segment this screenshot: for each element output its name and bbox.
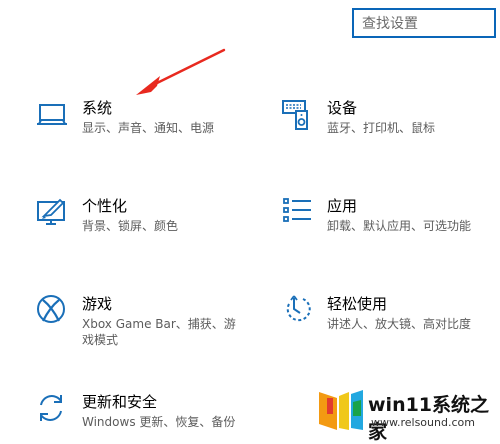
update-icon — [36, 392, 70, 426]
tile-apps[interactable]: 应用 卸载、默认应用、可选功能 — [281, 196, 491, 234]
tile-devices[interactable]: 设备 蓝牙、打印机、鼠标 — [281, 98, 491, 136]
tile-title: 轻松使用 — [327, 295, 388, 313]
windows-logo-icon — [319, 390, 363, 430]
tile-description: 卸载、默认应用、可选功能 — [327, 219, 472, 233]
tile-gaming[interactable]: 游戏 Xbox Game Bar、捕获、游戏模式 — [36, 294, 256, 348]
tile-personalization[interactable]: 个性化 背景、锁屏、颜色 — [36, 196, 256, 234]
tile-update-security[interactable]: 更新和安全 Windows 更新、恢复、备份 — [36, 392, 256, 430]
tile-title: 游戏 — [82, 295, 113, 313]
tile-description: 蓝牙、打印机、鼠标 — [327, 121, 436, 135]
watermark-logo: win11系统之家 www.relsound.com — [315, 386, 500, 443]
tile-description: 背景、锁屏、颜色 — [82, 219, 179, 233]
tile-description: Xbox Game Bar、捕获、游戏模式 — [82, 317, 236, 347]
tile-description: Windows 更新、恢复、备份 — [82, 415, 236, 429]
tile-title: 更新和安全 — [82, 393, 158, 411]
ease-of-access-icon — [281, 294, 315, 328]
search-placeholder: 查找设置 — [362, 16, 418, 32]
personalization-icon — [36, 196, 70, 230]
xbox-icon — [36, 294, 70, 328]
search-input[interactable]: 查找设置 — [352, 8, 496, 38]
tile-description: 显示、声音、通知、电源 — [82, 121, 215, 135]
laptop-icon — [36, 98, 70, 132]
tile-title: 设备 — [327, 99, 358, 117]
tile-system[interactable]: 系统 显示、声音、通知、电源 — [36, 98, 256, 136]
devices-icon — [281, 98, 315, 132]
tile-ease-of-access[interactable]: 轻松使用 讲述人、放大镜、高对比度 — [281, 294, 491, 332]
tile-title: 系统 — [82, 99, 113, 117]
watermark-url: www.relsound.com — [371, 416, 475, 429]
tile-description: 讲述人、放大镜、高对比度 — [327, 317, 472, 331]
tile-title: 个性化 — [82, 197, 128, 215]
apps-icon — [281, 196, 315, 230]
tile-title: 应用 — [327, 197, 358, 215]
